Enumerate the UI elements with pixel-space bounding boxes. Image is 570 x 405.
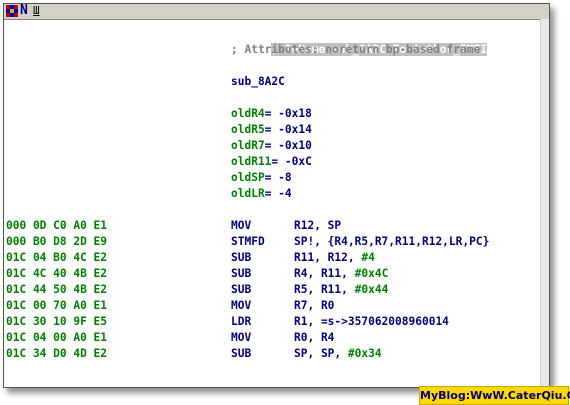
var-value: = -0xC	[271, 155, 312, 168]
operands[interactable]: R1, =s->357062008960014	[294, 314, 449, 330]
mnemonic: STMFD	[231, 235, 265, 248]
opcode-bytes: 01C 34 D0 4D E2	[6, 347, 108, 360]
view-toolbar: N Ш	[4, 4, 549, 20]
underline-icon[interactable]: Ш	[33, 5, 51, 17]
operands[interactable]: R11, R12, #4	[294, 250, 375, 266]
stack-var: oldR5= -0x14	[231, 122, 312, 138]
mnemonic: SUB	[231, 347, 252, 360]
name-icon[interactable]: N	[20, 4, 32, 17]
var-name[interactable]: oldLR	[231, 187, 265, 200]
var-value: = -0x18	[264, 107, 312, 120]
graph-view-icon[interactable]	[6, 5, 18, 17]
instruction-row[interactable]: 01C 44 50 4B E2	[6, 282, 107, 298]
operands[interactable]: R4, R11, #0x4C	[294, 266, 388, 282]
opcode-bytes: 000 0D C0 A0 E1	[6, 219, 108, 232]
stack-var: oldR7= -0x10	[231, 138, 312, 154]
var-name[interactable]: oldR5	[231, 123, 265, 136]
instruction-row[interactable]: 000 B0 D8 2D E9	[6, 234, 107, 250]
operand-regs: R11, R12,	[294, 251, 362, 264]
instruction-text[interactable]: SUB	[231, 346, 251, 362]
instruction-text[interactable]: SUB	[231, 266, 251, 282]
var-value: = -0x10	[264, 139, 312, 152]
instruction-row[interactable]: 01C 4C 40 4B E2	[6, 266, 107, 282]
immediate: #0x34	[347, 347, 382, 360]
function-name[interactable]: sub_8A2C	[231, 74, 285, 90]
instruction-text[interactable]: MOV	[231, 330, 251, 346]
opcode-bytes: 000 B0 D8 2D E9	[6, 235, 108, 248]
instruction-row[interactable]: 01C 34 D0 4D E2	[6, 346, 107, 362]
mnemonic: SUB	[231, 267, 252, 280]
operand-regs: SP, SP,	[294, 347, 348, 360]
opcode-bytes: 01C 00 70 A0 E1	[6, 299, 108, 312]
operands[interactable]: R12, SP	[294, 218, 341, 234]
stack-var: oldSP= -8	[231, 170, 292, 186]
stack-var: oldR4= -0x18	[231, 106, 312, 122]
mnemonic: MOV	[231, 331, 252, 344]
instruction-row[interactable]: 01C 04 B0 4C E2	[6, 250, 107, 266]
instruction-row[interactable]: 01C 30 10 9F E5	[6, 314, 107, 330]
watermark-badge: MyBlog:WwW.CaterQiu.Cn	[419, 386, 570, 405]
opcode-bytes: 01C 04 00 A0 E1	[6, 331, 108, 344]
mnemonic: LDR	[231, 315, 252, 328]
operands[interactable]: R5, R11, #0x44	[294, 282, 388, 298]
mnemonic: MOV	[231, 219, 252, 232]
mnemonic: MOV	[231, 299, 252, 312]
comment-line: ; Attributes: noreturn bp-based frame	[231, 43, 481, 56]
instruction-text[interactable]: MOV	[231, 298, 251, 314]
opcode-bytes: 01C 44 50 4B E2	[6, 283, 108, 296]
stack-var: oldLR= -4	[231, 186, 292, 202]
immediate: #0x44	[354, 283, 389, 296]
comment-line: ; ReName sub_8A2C To Author_IMEI	[231, 26, 487, 56]
vertical-scrollbar[interactable]	[540, 19, 549, 387]
var-name[interactable]: oldR7	[231, 139, 265, 152]
opcode-bytes: 01C 30 10 9F E5	[6, 315, 108, 328]
var-name[interactable]: oldR11	[231, 155, 271, 168]
instruction-text[interactable]: LDR	[231, 314, 251, 330]
immediate: #0x4C	[354, 267, 389, 280]
opcode-bytes: 01C 4C 40 4B E2	[6, 267, 108, 280]
disassembly-listing[interactable]: ; ReName sub_8A2C To Author_IMEI ; Attri…	[4, 19, 541, 387]
var-value: = -4	[264, 187, 292, 200]
var-name[interactable]: oldSP	[231, 171, 265, 184]
instruction-row[interactable]: 01C 04 00 A0 E1	[6, 330, 107, 346]
ida-view-window: N Ш ; ReName sub_8A2C To Author_IMEI ; A…	[3, 3, 550, 388]
instruction-text[interactable]: SUB	[231, 282, 251, 298]
instruction-text[interactable]: STMFD	[231, 234, 265, 250]
var-name[interactable]: oldR4	[231, 107, 265, 120]
instruction-text[interactable]: MOV	[231, 218, 251, 234]
instruction-row[interactable]: 01C 00 70 A0 E1	[6, 298, 107, 314]
instruction-text[interactable]: SUB	[231, 250, 251, 266]
operands[interactable]: R0, R4	[294, 330, 334, 346]
stack-var: oldR11= -0xC	[231, 154, 312, 170]
operands[interactable]: R7, R0	[294, 298, 334, 314]
mnemonic: SUB	[231, 283, 252, 296]
operand-regs: R4, R11,	[294, 267, 355, 280]
opcode-bytes: 01C 04 B0 4C E2	[6, 251, 108, 264]
mnemonic: SUB	[231, 251, 252, 264]
var-value: = -0x14	[264, 123, 312, 136]
operand-regs: R5, R11,	[294, 283, 355, 296]
immediate: #4	[361, 251, 375, 264]
instruction-row[interactable]: 000 0D C0 A0 E1	[6, 218, 107, 234]
var-value: = -8	[264, 171, 292, 184]
operands[interactable]: SP!, {R4,R5,R7,R11,R12,LR,PC}	[294, 234, 489, 250]
operands[interactable]: SP, SP, #0x34	[294, 346, 382, 362]
